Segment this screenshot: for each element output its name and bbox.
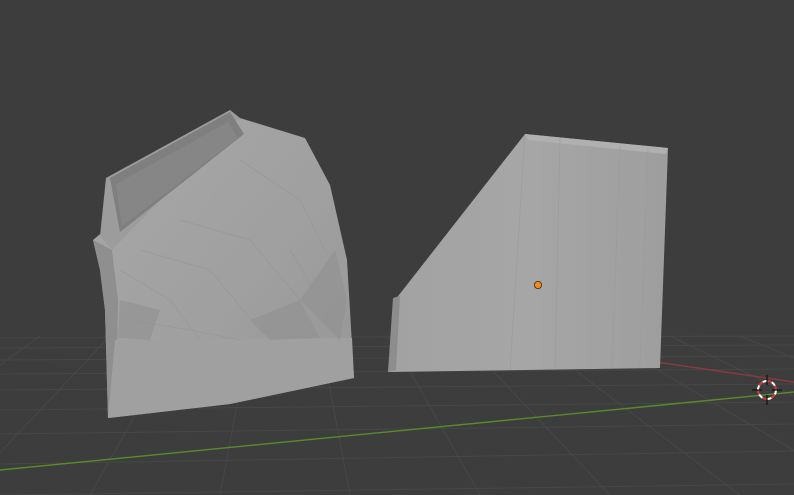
- object-origin-icon[interactable]: [534, 280, 543, 289]
- 3d-viewport[interactable]: [0, 0, 794, 495]
